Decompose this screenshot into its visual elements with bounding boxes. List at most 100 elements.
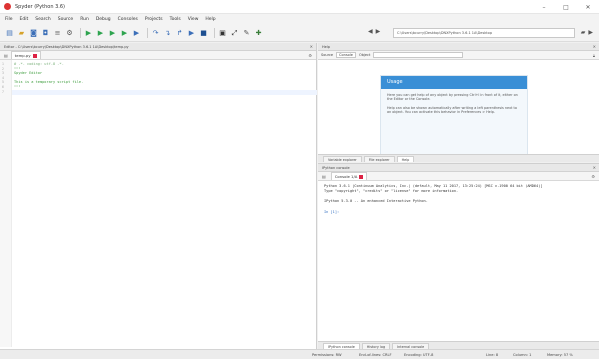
pane-close-icon[interactable]: ✕ — [593, 164, 596, 171]
toolbar-divider — [147, 28, 148, 38]
tab-close-icon[interactable] — [359, 174, 364, 179]
tab-variable-explorer[interactable]: Variable explorer — [323, 156, 362, 162]
set-directory-icon[interactable]: ▶ — [588, 29, 593, 36]
step-icon[interactable]: ↷ — [151, 29, 160, 38]
run-selection-icon[interactable]: ▶ — [120, 29, 129, 38]
stop-icon[interactable]: ■ — [199, 29, 208, 38]
help-usage-heading: Usage — [381, 76, 527, 89]
code-editor[interactable]: 1 # -*- coding: utf-8 -*- 2 """ 3 Spyder… — [0, 60, 317, 347]
help-source-label: Source — [321, 53, 334, 57]
code-line: # -*- coding: utf-8 -*- — [14, 62, 64, 66]
line-number: 5 — [2, 80, 4, 84]
console-tab[interactable]: Console 1/A — [330, 172, 368, 180]
step-into-icon[interactable]: ↴ — [163, 29, 172, 38]
run-cell-icon[interactable]: ▶ — [96, 29, 105, 38]
save-all-icon[interactable]: ◘ — [41, 29, 50, 38]
status-column: Column: 1 — [513, 353, 532, 357]
maximize-icon[interactable]: □ — [555, 0, 577, 14]
menu-debug[interactable]: Debug — [96, 17, 111, 22]
console-options-icon[interactable]: ⚙ — [591, 174, 595, 179]
pane-close-icon[interactable]: ✕ — [593, 43, 596, 50]
editor-pane: Editor - C:\Users\bcurry\Desktop\DNXPyth… — [0, 43, 317, 349]
close-icon[interactable]: ✕ — [577, 0, 599, 14]
console-pane: IPython console ✕ ▤ Console 1/A ⚙ Python… — [318, 163, 599, 348]
help-toolbar: Source Console Object 🔒︎ — [318, 51, 599, 60]
browse-tabs-icon[interactable]: ▤ — [322, 174, 326, 179]
editor-tab-temp[interactable]: temp.py — [10, 51, 41, 59]
nav-arrows: ◀ ▶ — [368, 28, 380, 35]
status-line: Line: 8 — [486, 353, 499, 357]
help-tab-bar: Variable explorer File explorer Help — [318, 154, 599, 162]
run-cell-advance-icon[interactable]: ▶ — [108, 29, 117, 38]
continue-icon[interactable]: ▶ — [187, 29, 196, 38]
current-line-highlight — [12, 90, 317, 95]
console-line: IPython 5.3.0 -- An enhanced Interactive… — [324, 199, 428, 203]
tab-options-icon[interactable]: ⚙ — [308, 53, 312, 58]
console-title: IPython console ✕ — [318, 164, 599, 172]
menu-projects[interactable]: Projects — [145, 17, 163, 22]
menu-consoles[interactable]: Consoles — [118, 17, 138, 22]
menu-edit[interactable]: Edit — [20, 17, 29, 22]
status-bar: Permissions: RW End-of-lines: CRLF Encod… — [0, 349, 599, 359]
menu-tools[interactable]: Tools — [170, 17, 181, 22]
menu-view[interactable]: View — [188, 17, 199, 22]
help-source-select[interactable]: Console — [336, 52, 356, 58]
wrench-icon[interactable]: ✎ — [242, 29, 251, 38]
editor-title-text: Editor - C:\Users\bcurry\Desktop\DNXPyth… — [4, 45, 129, 49]
browse-folder-icon[interactable]: ▰ — [581, 29, 586, 36]
pane-close-icon[interactable]: ✕ — [310, 43, 313, 50]
lock-icon[interactable]: 🔒︎ — [593, 53, 595, 58]
save-icon[interactable]: ◙ — [29, 29, 38, 38]
console-bottom-tab-bar: IPython console History log Internal con… — [318, 341, 599, 349]
code-line: """ — [14, 84, 21, 89]
line-number: 4 — [2, 75, 4, 80]
help-object-input[interactable] — [373, 52, 464, 58]
menu-bar: File Edit Search Source Run Debug Consol… — [0, 14, 599, 25]
editor-title: Editor - C:\Users\bcurry\Desktop\DNXPyth… — [0, 43, 316, 51]
python-path-icon[interactable]: ✚ — [254, 29, 263, 38]
line-number: 3 — [2, 71, 4, 75]
line-number: 2 — [2, 66, 4, 71]
new-file-icon[interactable]: ▤ — [5, 29, 14, 38]
forward-icon[interactable]: ▶ — [376, 28, 381, 35]
line-number: 1 — [2, 62, 4, 66]
menu-file[interactable]: File — [5, 17, 13, 22]
fullscreen-icon[interactable]: ⤢ — [230, 29, 239, 38]
step-return-icon[interactable]: ↱ — [175, 29, 184, 38]
status-memory: Memory: 57 % — [547, 353, 573, 357]
menu-help[interactable]: Help — [205, 17, 215, 22]
line-number: 6 — [2, 84, 4, 89]
maximize-pane-icon[interactable]: ▣ — [218, 29, 227, 38]
console-title-text: IPython console — [322, 166, 350, 170]
menu-run[interactable]: Run — [80, 17, 89, 22]
tab-close-icon[interactable] — [32, 53, 37, 58]
editor-tab-label: temp.py — [14, 53, 31, 58]
back-icon[interactable]: ◀ — [368, 28, 373, 35]
browse-tabs-icon[interactable]: ▤ — [4, 53, 8, 58]
tab-help[interactable]: Help — [396, 156, 415, 162]
window-title: Spyder (Python 3.6) — [15, 3, 65, 10]
working-directory-input[interactable]: C:\Users\bcurry\Desktop\DNXPython 3.6.1 … — [393, 28, 575, 38]
menu-source[interactable]: Source — [58, 17, 73, 22]
title-bar: Spyder (Python 3.6) – □ ✕ — [0, 0, 599, 14]
help-usage-card: Usage Here you can get help of any objec… — [380, 75, 528, 155]
menu-search[interactable]: Search — [35, 17, 50, 22]
help-title: Help ✕ — [318, 43, 599, 51]
status-encoding: Encoding: UTF-8 — [404, 353, 434, 357]
console-tab-label: Console 1/A — [334, 174, 358, 179]
console-prompt[interactable]: In [1]: — [324, 210, 339, 214]
run-icon[interactable]: ▶ — [84, 29, 93, 38]
debug-icon[interactable]: ▶ — [132, 29, 141, 38]
list-icon[interactable]: ≡ — [53, 29, 62, 38]
toolbar-divider — [214, 28, 215, 38]
minimize-icon[interactable]: – — [533, 0, 555, 14]
editor-tab-row: ▤ temp.py ⚙ — [0, 51, 316, 60]
open-folder-icon[interactable]: ▰ — [17, 29, 26, 38]
status-eol: End-of-lines: CRLF — [359, 353, 392, 357]
line-number: 7 — [2, 89, 4, 94]
help-pane: Help ✕ Source Console Object 🔒︎ Usage He… — [318, 43, 599, 161]
tab-file-explorer[interactable]: File explorer — [363, 156, 395, 162]
window-controls: – □ ✕ — [533, 0, 599, 14]
code-line: """ — [14, 66, 21, 71]
preferences-icon[interactable]: ⚙ — [65, 29, 74, 38]
